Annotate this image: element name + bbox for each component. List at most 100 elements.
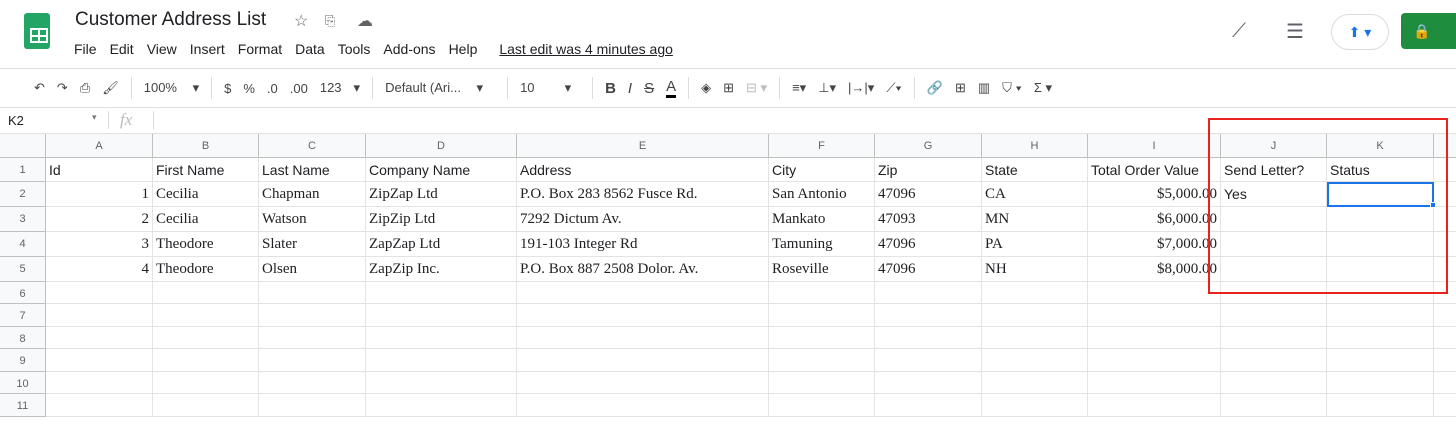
print-icon[interactable]: ⎙ [80,80,90,96]
cell-b11[interactable] [153,394,259,417]
cell-h11[interactable] [982,394,1088,417]
cell-d7[interactable] [366,304,517,327]
cell-h10[interactable] [982,372,1088,394]
cell-a4[interactable]: 3 [46,232,153,257]
cell-k7[interactable] [1327,304,1434,327]
undo-icon[interactable]: ↶ [34,80,45,96]
text-color-icon[interactable]: A [666,78,677,98]
share-button[interactable]: 🔒 Share [1401,13,1456,75]
insert-link-icon[interactable]: 🔗 [927,80,943,96]
cell-a5[interactable]: 4 [46,257,153,282]
cell-h9[interactable] [982,349,1088,372]
cell-h1[interactable]: State [982,158,1088,182]
functions-icon[interactable]: Σ ▾ [1034,80,1052,96]
cell-c8[interactable] [259,327,366,349]
cell-b7[interactable] [153,304,259,327]
cell-j7[interactable] [1221,304,1327,327]
cell-f1[interactable]: City [769,158,875,182]
cell-i1[interactable]: Total Order Value [1088,158,1221,182]
column-header-d[interactable]: D [366,134,517,158]
percent-button[interactable]: % [243,81,255,96]
bold-icon[interactable]: B [605,80,616,97]
italic-icon[interactable]: I [628,80,632,97]
cell-c7[interactable] [259,304,366,327]
cell-c10[interactable] [259,372,366,394]
more-formats-select[interactable]: 123 ▾ [320,80,360,96]
cell-f2[interactable]: San Antonio [769,182,875,207]
cell-i10[interactable] [1088,372,1221,394]
cell-f5[interactable]: Roseville [769,257,875,282]
cell-e4[interactable]: 191-103 Integer Rd [517,232,769,257]
cell-c2[interactable]: Chapman [259,182,366,207]
menu-data[interactable]: Data [295,41,325,57]
column-header-a[interactable]: A [46,134,153,158]
cell-j10[interactable] [1221,372,1327,394]
insert-chart-icon[interactable]: ▥ [978,80,990,96]
star-icon[interactable]: ☆ [294,11,308,31]
name-box[interactable]: K2 [8,113,24,128]
cell-c11[interactable] [259,394,366,417]
last-edit-link[interactable]: Last edit was 4 minutes ago [499,41,673,57]
name-box-dropdown-icon[interactable]: ▾ [92,112,97,123]
cell-g3[interactable]: 47093 [875,207,982,232]
cell-a7[interactable] [46,304,153,327]
row-header[interactable]: 1 [0,158,46,182]
column-header-b[interactable]: B [153,134,259,158]
cell-e7[interactable] [517,304,769,327]
cell-d9[interactable] [366,349,517,372]
cell-k9[interactable] [1327,349,1434,372]
cell-e1[interactable]: Address [517,158,769,182]
cell-l8[interactable] [1434,327,1456,349]
cell-d10[interactable] [366,372,517,394]
cell-e8[interactable] [517,327,769,349]
cell-h4[interactable]: PA [982,232,1088,257]
cell-c4[interactable]: Slater [259,232,366,257]
row-header[interactable]: 11 [0,394,46,417]
cell-d8[interactable] [366,327,517,349]
cell-g7[interactable] [875,304,982,327]
cell-g10[interactable] [875,372,982,394]
cell-f3[interactable]: Mankato [769,207,875,232]
cell-h7[interactable] [982,304,1088,327]
column-header-i[interactable]: I [1088,134,1221,158]
cell-h5[interactable]: NH [982,257,1088,282]
zoom-select[interactable]: 100% ▾ [144,80,199,96]
paint-format-icon[interactable]: 🖌 [102,80,119,96]
cell-l10[interactable] [1434,372,1456,394]
cell-c3[interactable]: Watson [259,207,366,232]
cell-a10[interactable] [46,372,153,394]
cell-l7[interactable] [1434,304,1456,327]
column-header-g[interactable]: G [875,134,982,158]
redo-icon[interactable]: ↷ [57,80,68,96]
font-select[interactable]: Default (Ari... ▾ [385,80,495,96]
borders-icon[interactable]: ⊞ [723,80,734,96]
cell-e9[interactable] [517,349,769,372]
cell-g1[interactable]: Zip [875,158,982,182]
cell-a9[interactable] [46,349,153,372]
cell-a3[interactable]: 2 [46,207,153,232]
cell-k10[interactable] [1327,372,1434,394]
row-header[interactable]: 8 [0,327,46,349]
menu-insert[interactable]: Insert [190,41,225,57]
cell-f7[interactable] [769,304,875,327]
cell-d4[interactable]: ZapZap Ltd [366,232,517,257]
column-header-c[interactable]: C [259,134,366,158]
cell-e11[interactable] [517,394,769,417]
cell-e5[interactable]: P.O. Box 887 2508 Dolor. Av. [517,257,769,282]
cell-a8[interactable] [46,327,153,349]
cell-a6[interactable] [46,282,153,304]
select-all-corner[interactable] [0,134,46,158]
cell-k8[interactable] [1327,327,1434,349]
cell-f6[interactable] [769,282,875,304]
cell-h2[interactable]: CA [982,182,1088,207]
cell-b4[interactable]: Theodore [153,232,259,257]
cell-i11[interactable] [1088,394,1221,417]
cloud-saved-icon[interactable]: ☁ [357,11,373,31]
column-header-e[interactable]: E [517,134,769,158]
cell-e10[interactable] [517,372,769,394]
cell-b8[interactable] [153,327,259,349]
vertical-align-icon[interactable]: ⊥▾ [818,80,836,96]
menu-format[interactable]: Format [238,41,282,57]
cell-i4[interactable]: $7,000.00 [1088,232,1221,257]
cell-i7[interactable] [1088,304,1221,327]
